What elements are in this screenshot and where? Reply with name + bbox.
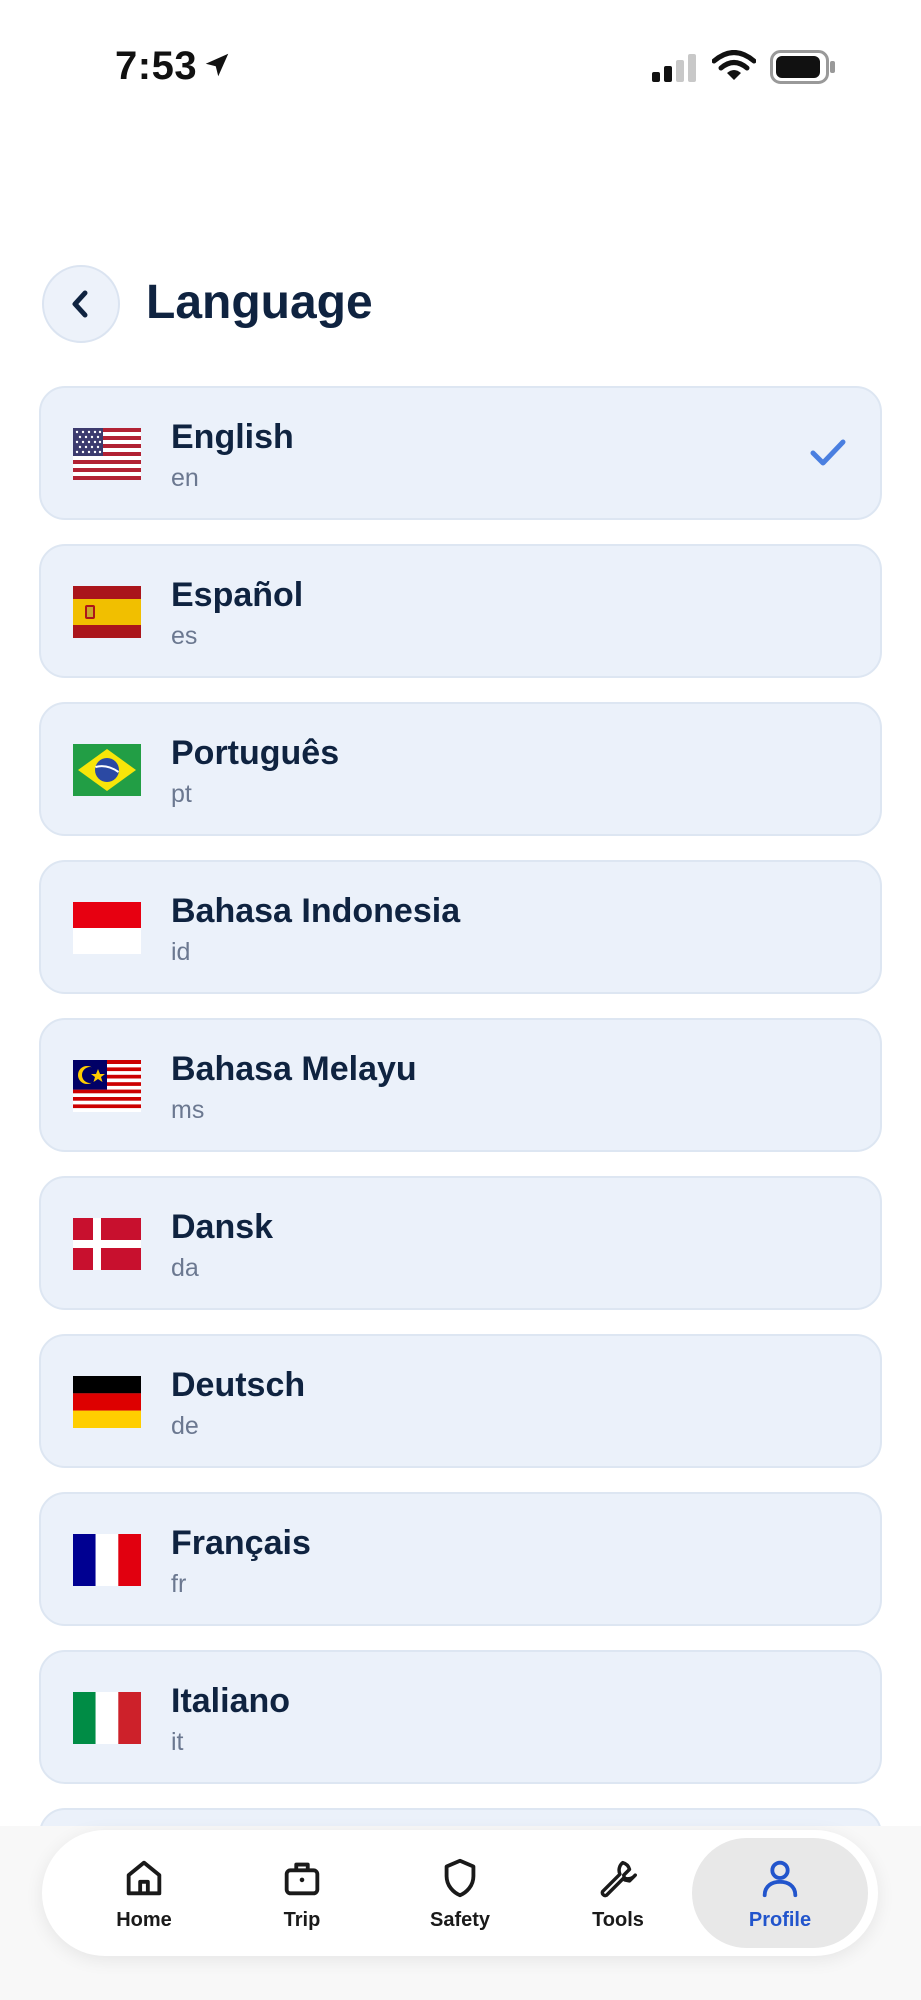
es-flag-icon [73, 586, 141, 638]
id-flag-icon [73, 902, 141, 954]
language-name: Español [171, 576, 304, 614]
language-row-italiano[interactable]: Italiano it [39, 1650, 882, 1784]
language-code: fr [171, 1570, 187, 1598]
user-icon [762, 1860, 798, 1897]
language-name: Bahasa Indonesia [171, 892, 461, 930]
language-row-dansk[interactable]: Dansk da [39, 1176, 882, 1310]
briefcase-icon [284, 1862, 320, 1895]
language-row-partial[interactable] [39, 1808, 882, 1826]
language-code: id [171, 938, 191, 966]
language-code: ms [171, 1096, 205, 1124]
chevron-left-icon [72, 290, 88, 318]
tab-label: Profile [748, 1908, 812, 1931]
checkmark-icon [810, 439, 846, 466]
language-code: de [171, 1412, 199, 1440]
language-code: da [171, 1254, 199, 1282]
language-row-portugues[interactable]: Português pt [39, 702, 882, 836]
back-button[interactable] [42, 265, 120, 343]
language-code: en [171, 464, 199, 492]
tab-home[interactable]: Home [64, 1838, 224, 1948]
tab-label: Tools [592, 1908, 644, 1931]
my-flag-icon [73, 1060, 141, 1112]
language-row-english[interactable]: English en [39, 386, 882, 520]
cellular-signal-icon [652, 54, 696, 82]
us-flag-icon [73, 428, 141, 480]
tab-profile[interactable]: Profile [692, 1838, 868, 1948]
language-row-francais[interactable]: Français fr [39, 1492, 882, 1626]
language-name: Italiano [171, 1682, 291, 1720]
page-title: Language [146, 276, 373, 329]
language-name: English [171, 418, 294, 456]
status-bar: 7:53 [0, 0, 921, 136]
language-name: Deutsch [171, 1366, 306, 1404]
location-arrow-icon [205, 53, 229, 77]
tab-tools[interactable]: Tools [538, 1838, 698, 1948]
tab-trip[interactable]: Trip [222, 1838, 382, 1948]
wrench-icon [600, 1860, 637, 1897]
tab-bar: Home Trip Safety Tools Profile [42, 1830, 878, 1956]
language-code: pt [171, 780, 192, 808]
dk-flag-icon [73, 1218, 141, 1270]
status-time: 7:53 [115, 44, 198, 88]
language-list: English en Español es Português pt Bahas… [39, 386, 882, 1826]
language-name: Português [171, 734, 340, 772]
wifi-icon [712, 50, 756, 80]
language-code: it [171, 1728, 184, 1756]
it-flag-icon [73, 1692, 141, 1744]
tab-label: Home [116, 1908, 172, 1931]
br-flag-icon [73, 744, 141, 796]
language-name: Bahasa Melayu [171, 1050, 417, 1088]
battery-icon [770, 50, 835, 84]
language-row-bahasa-melayu[interactable]: Bahasa Melayu ms [39, 1018, 882, 1152]
language-name: Dansk [171, 1208, 274, 1246]
tab-label: Trip [283, 1908, 321, 1931]
language-row-deutsch[interactable]: Deutsch de [39, 1334, 882, 1468]
tab-label: Safety [429, 1908, 491, 1931]
language-row-bahasa-indonesia[interactable]: Bahasa Indonesia id [39, 860, 882, 994]
language-name: Français [171, 1524, 311, 1562]
language-code: es [171, 622, 198, 650]
language-row-espanol[interactable]: Español es [39, 544, 882, 678]
fr-flag-icon [73, 1534, 141, 1586]
de-flag-icon [73, 1376, 141, 1428]
tab-safety[interactable]: Safety [380, 1838, 540, 1948]
shield-icon [444, 1858, 476, 1897]
home-icon [126, 1860, 162, 1895]
